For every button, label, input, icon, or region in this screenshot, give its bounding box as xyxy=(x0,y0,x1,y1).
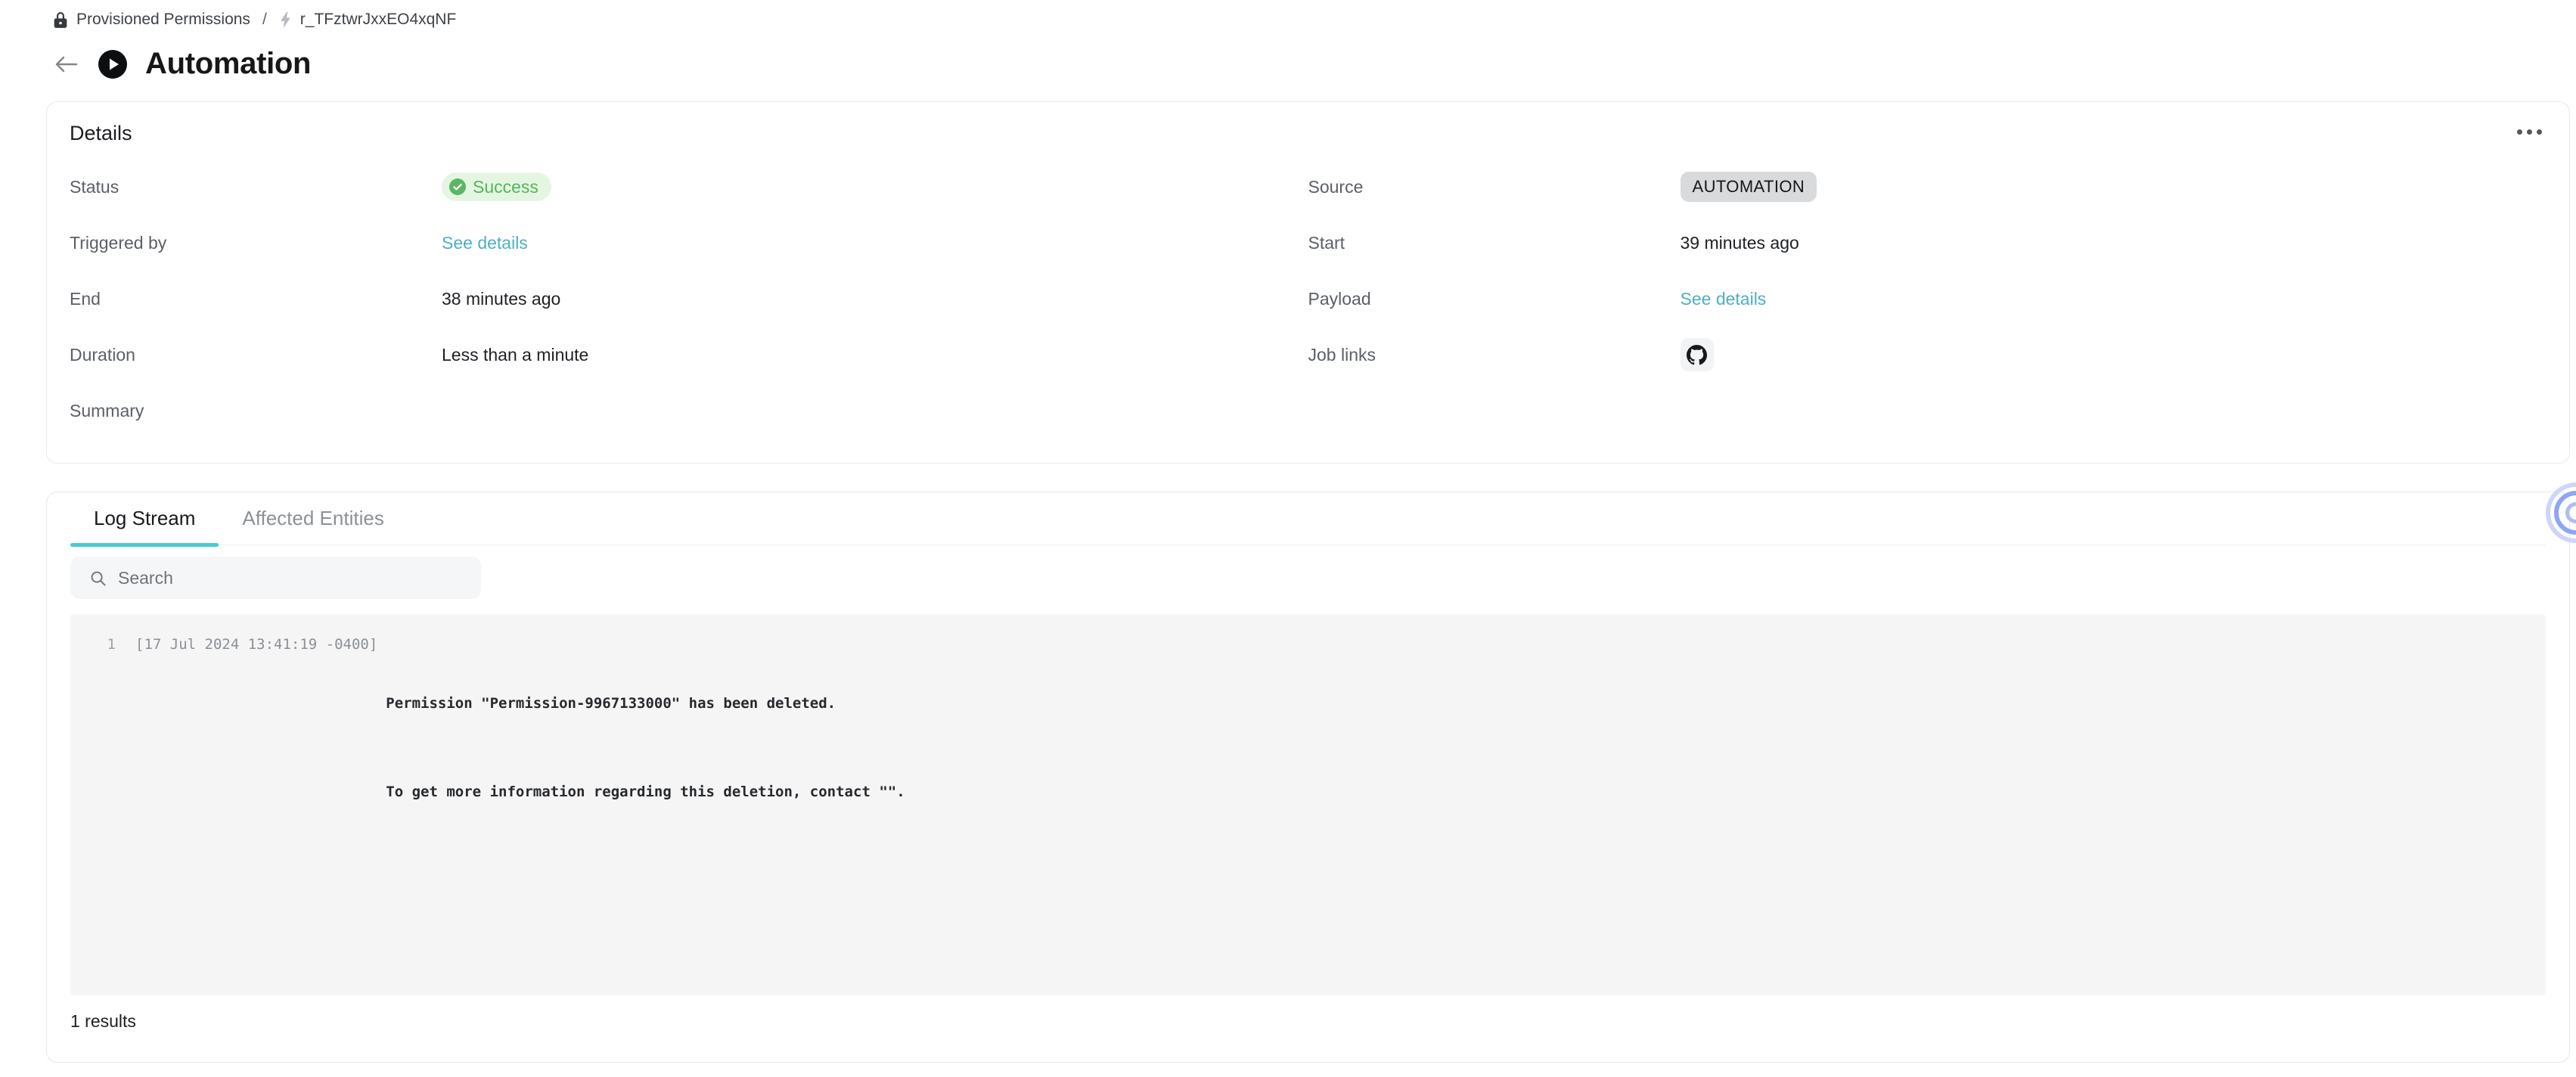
breadcrumb-section-label: Provisioned Permissions xyxy=(76,11,250,29)
log-message-line-2: To get more information regarding this d… xyxy=(386,777,905,807)
github-icon xyxy=(1687,345,1707,365)
start-value: 39 minutes ago xyxy=(1681,233,1799,253)
triggered-by-see-details-link[interactable]: See details xyxy=(442,233,528,253)
log-line-number: 1 xyxy=(85,630,116,660)
detail-label: Job links xyxy=(1308,345,1681,365)
detail-row-start: Start 39 minutes ago xyxy=(1308,215,2547,271)
log-timestamp: [17 Jul 2024 13:41:19 -0400] xyxy=(135,630,377,660)
detail-label: Payload xyxy=(1308,289,1681,309)
log-message: Permission "Permission-9967133000" has b… xyxy=(386,630,905,866)
detail-label: Duration xyxy=(70,345,442,365)
breadcrumb-separator: / xyxy=(259,11,270,29)
log-line: 1 [17 Jul 2024 13:41:19 -0400] Permissio… xyxy=(70,630,2546,866)
detail-label: End xyxy=(70,289,442,309)
bolt-icon xyxy=(279,11,292,29)
details-grid: Status Success Triggered by xyxy=(47,159,2569,439)
status-badge-label: Success xyxy=(473,177,538,197)
details-card-title: Details xyxy=(70,122,132,145)
detail-row-source: Source AUTOMATION xyxy=(1308,159,2547,215)
log-viewer[interactable]: 1 [17 Jul 2024 13:41:19 -0400] Permissio… xyxy=(70,614,2546,995)
log-message-line-1: Permission "Permission-9967133000" has b… xyxy=(386,689,905,719)
source-badge: AUTOMATION xyxy=(1681,172,1817,202)
page-title: Automation xyxy=(145,47,311,81)
breadcrumb-run-id: r_TFztwrJxxEO4xqNF xyxy=(300,11,457,29)
detail-label: Source xyxy=(1308,177,1681,197)
detail-row-job-links: Job links xyxy=(1308,327,2547,383)
lock-icon xyxy=(53,11,68,28)
detail-row-triggered-by: Triggered by See details xyxy=(70,215,1308,271)
search-input[interactable] xyxy=(118,568,466,588)
kebab-menu-icon[interactable] xyxy=(2515,122,2543,142)
duration-value: Less than a minute xyxy=(442,345,588,365)
tab-label: Log Stream xyxy=(94,507,195,530)
tab-bar: Log Stream Affected Entities xyxy=(70,492,2546,545)
breadcrumb: Provisioned Permissions / r_TFztwrJxxEO4… xyxy=(53,11,456,29)
tab-label: Affected Entities xyxy=(242,507,383,530)
detail-label: Triggered by xyxy=(70,233,442,253)
breadcrumb-provisioned-permissions[interactable]: Provisioned Permissions xyxy=(53,11,250,29)
play-icon xyxy=(98,50,127,79)
detail-row-status: Status Success xyxy=(70,159,1308,215)
details-left-column: Status Success Triggered by xyxy=(70,159,1308,439)
end-value: 38 minutes ago xyxy=(442,289,560,309)
check-circle-icon xyxy=(449,178,466,195)
page-header: Automation xyxy=(54,47,311,81)
detail-row-summary: Summary xyxy=(70,383,1308,439)
status-badge: Success xyxy=(442,172,551,201)
log-search-box xyxy=(70,557,481,599)
detail-label: Summary xyxy=(70,401,442,421)
pulse-beacon[interactable] xyxy=(2554,491,2576,535)
payload-see-details-link[interactable]: See details xyxy=(1681,289,1767,309)
results-count: 1 results xyxy=(70,1011,2569,1032)
back-arrow-icon[interactable] xyxy=(54,53,80,76)
detail-label: Start xyxy=(1308,233,1681,253)
tab-log-stream[interactable]: Log Stream xyxy=(70,492,219,545)
log-stream-card: Log Stream Affected Entities 1 [17 Jul 2… xyxy=(46,492,2570,1063)
details-right-column: Source AUTOMATION Start 39 minutes ago P… xyxy=(1308,159,2547,439)
tab-affected-entities[interactable]: Affected Entities xyxy=(219,492,407,545)
details-card: Details Status Success xyxy=(46,101,2570,464)
detail-row-payload: Payload See details xyxy=(1308,271,2547,327)
detail-row-end: End 38 minutes ago xyxy=(70,271,1308,327)
automation-run-page: { "breadcrumb": { "section": "Provisione… xyxy=(0,0,2576,1077)
github-link-button[interactable] xyxy=(1681,338,1714,371)
breadcrumb-run: r_TFztwrJxxEO4xqNF xyxy=(279,11,457,29)
detail-row-duration: Duration Less than a minute xyxy=(70,327,1308,383)
search-icon xyxy=(89,570,107,587)
detail-label: Status xyxy=(70,177,442,197)
